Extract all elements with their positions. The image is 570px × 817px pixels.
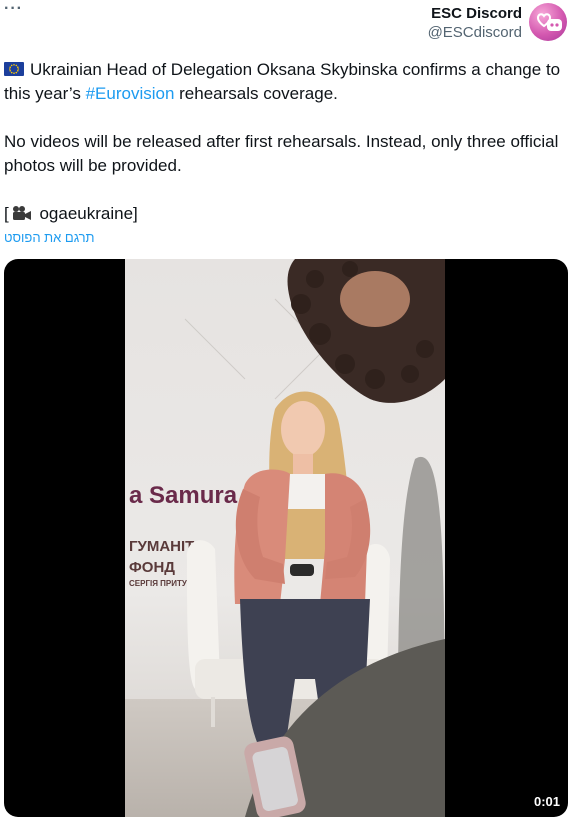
- backdrop-text-4: СЕРГІЯ ПРИТУ: [129, 579, 188, 588]
- more-options-button[interactable]: ···: [4, 0, 23, 18]
- tweet-paragraph-2: No videos will be released after first r…: [4, 132, 559, 175]
- video-player[interactable]: a Samura ГУМАНІТ ФОНД СЕРГІЯ ПРИТУ 0:01: [4, 259, 568, 817]
- handle[interactable]: @ESCdiscord: [428, 23, 522, 42]
- video-camera-icon: [11, 204, 33, 220]
- video-duration: 0:01: [533, 794, 560, 809]
- video-still: a Samura ГУМАНІТ ФОНД СЕРГІЯ ПРИТУ: [125, 259, 445, 817]
- hashtag-link[interactable]: #Eurovision: [86, 84, 175, 103]
- avatar[interactable]: [529, 3, 567, 41]
- tweet-credit: [ ogaeukraine]: [4, 202, 564, 226]
- credit-bracket: [: [4, 204, 9, 223]
- display-name[interactable]: ESC Discord: [428, 4, 522, 23]
- eu-flag-icon: [4, 62, 24, 76]
- tweet-paragraph-1: Ukrainian Head of Delegation Oksana Skyb…: [4, 58, 564, 106]
- translate-post-link[interactable]: תרגם את הפוסט: [4, 230, 95, 245]
- tweet-text-end: rehearsals coverage.: [174, 84, 338, 103]
- credit-name: ogaeukraine]: [34, 204, 138, 223]
- author-block[interactable]: ESC Discord @ESCdiscord: [428, 4, 522, 42]
- backdrop-text-1: a Samura: [129, 482, 238, 509]
- video-frame[interactable]: a Samura ГУМАНІТ ФОНД СЕРГІЯ ПРИТУ: [125, 259, 445, 817]
- backdrop-text-3: ФОНД: [129, 559, 175, 576]
- tweet-body: Ukrainian Head of Delegation Oksana Skyb…: [4, 58, 564, 226]
- discord-heart-icon: [533, 11, 563, 33]
- backdrop-text-2: ГУМАНІТ: [129, 538, 194, 555]
